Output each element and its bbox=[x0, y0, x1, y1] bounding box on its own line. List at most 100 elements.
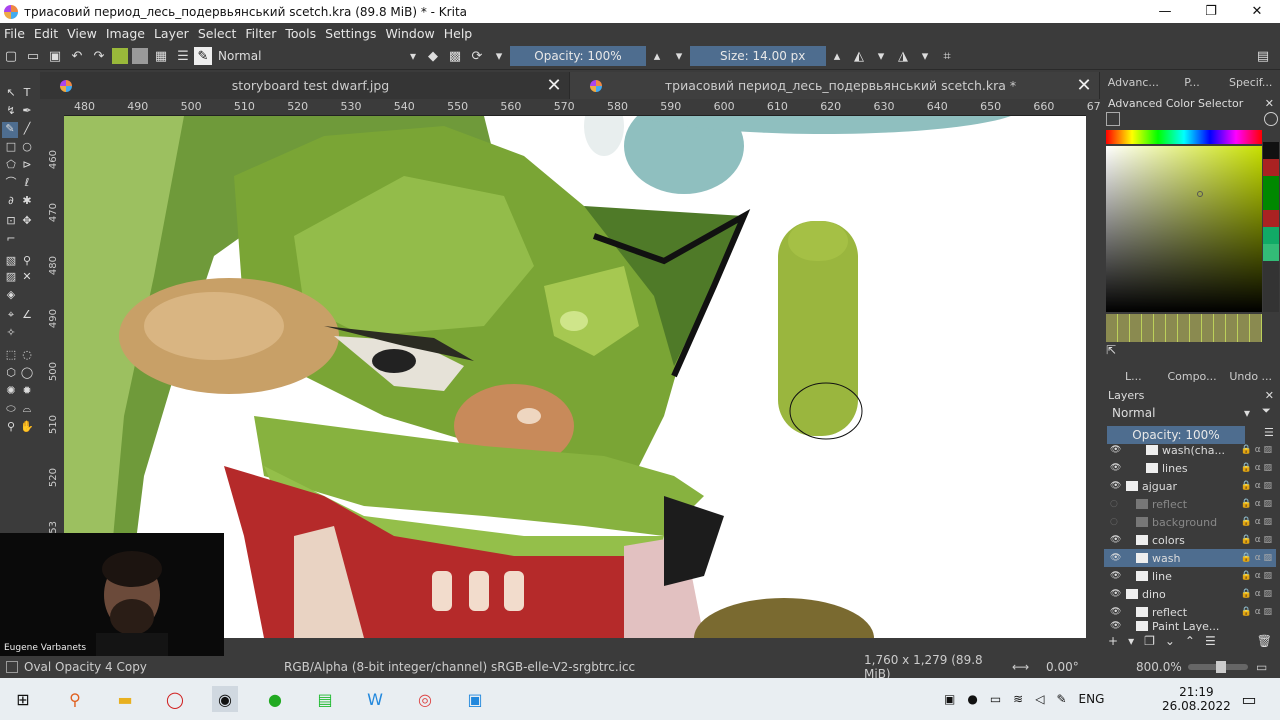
eye-hidden-icon[interactable]: ○ bbox=[1110, 517, 1122, 527]
tab-p[interactable]: P... bbox=[1163, 76, 1222, 89]
tab-compositions[interactable]: Compo... bbox=[1163, 370, 1222, 383]
layer-flags[interactable]: 🔒 α ▨ bbox=[1241, 571, 1272, 581]
color-history-grid[interactable] bbox=[1106, 314, 1262, 342]
menu-image[interactable]: Image bbox=[106, 26, 145, 41]
layer-flags[interactable]: 🔒 α ▨ bbox=[1241, 517, 1272, 527]
eye-hidden-icon[interactable]: ○ bbox=[1110, 499, 1122, 509]
krita-taskbar-icon[interactable]: ◉ bbox=[212, 686, 238, 712]
file-explorer-icon[interactable]: ▬ bbox=[112, 686, 138, 712]
magnetic-select-icon[interactable]: ⌓ bbox=[20, 402, 34, 416]
eye-icon[interactable]: 👁 bbox=[1110, 445, 1122, 455]
notifications-icon[interactable]: ▭ bbox=[1236, 686, 1262, 712]
reference-tool-icon[interactable]: ✧ bbox=[4, 326, 18, 340]
language-indicator[interactable]: ENG bbox=[1079, 692, 1105, 706]
windows-start-icon[interactable]: ⊞ bbox=[10, 686, 36, 712]
crop-icon[interactable]: ⌐ bbox=[4, 232, 18, 246]
chevron-down-icon[interactable]: ▾ bbox=[870, 45, 892, 67]
menu-window[interactable]: Window bbox=[385, 26, 434, 41]
opacity-stepper-icon[interactable]: ▴ bbox=[646, 45, 668, 67]
new-document-icon[interactable]: ▢ bbox=[0, 45, 22, 67]
eye-icon[interactable]: 👁 bbox=[1110, 535, 1122, 545]
fill-tool-icon[interactable]: ◈ bbox=[4, 288, 18, 302]
dynamic-brush-icon[interactable]: ∂ bbox=[4, 194, 18, 208]
pattern-icon[interactable]: ☰ bbox=[172, 45, 194, 67]
layer-row[interactable]: 👁 wash(cha... 🔒 α ▨ bbox=[1104, 441, 1276, 459]
layer-properties-icon[interactable]: ☰ bbox=[1205, 634, 1216, 652]
save-icon[interactable]: ▣ bbox=[44, 45, 66, 67]
text-tool-icon[interactable]: T bbox=[20, 86, 34, 100]
edit-shapes-icon[interactable]: ↯ bbox=[4, 104, 18, 118]
layer-flags[interactable]: 🔒 α ▨ bbox=[1241, 535, 1272, 545]
expand-icon[interactable]: ⇱ bbox=[1106, 343, 1118, 357]
layer-row[interactable]: 👁 dino 🔒 α ▨ bbox=[1104, 585, 1276, 603]
volume-icon[interactable]: ◁ bbox=[1035, 692, 1044, 706]
foreground-color-swatch[interactable] bbox=[112, 48, 128, 64]
freehand-path-icon[interactable]: ℓ bbox=[20, 176, 34, 190]
menu-help[interactable]: Help bbox=[444, 26, 473, 41]
menu-filter[interactable]: Filter bbox=[245, 26, 276, 41]
wrap-around-icon[interactable]: ⌗ bbox=[936, 45, 958, 67]
polygon-select-icon[interactable]: ⬡ bbox=[4, 366, 18, 380]
multibrush-icon[interactable]: ✱ bbox=[20, 194, 34, 208]
minimize-button[interactable]: — bbox=[1142, 0, 1188, 23]
tab-layers-short[interactable]: L... bbox=[1104, 370, 1163, 383]
chevron-down-icon[interactable]: ▾ bbox=[668, 45, 690, 67]
mirror-horizontal-icon[interactable]: ◭ bbox=[848, 45, 870, 67]
layer-flags[interactable]: 🔒 α ▨ bbox=[1241, 607, 1272, 617]
fit-view-icon[interactable]: ▭ bbox=[1256, 660, 1267, 674]
pen-icon[interactable]: ✎ bbox=[1056, 692, 1066, 706]
layer-row[interactable]: 👁 lines 🔒 α ▨ bbox=[1104, 459, 1276, 477]
saturation-value-square[interactable] bbox=[1106, 146, 1262, 312]
chevron-down-icon[interactable]: ▾ bbox=[1128, 634, 1134, 652]
chevron-down-icon[interactable]: ▾ bbox=[914, 45, 936, 67]
zoom-tool-icon[interactable]: ⚲ bbox=[4, 420, 18, 434]
redo-icon[interactable]: ↷ bbox=[88, 45, 110, 67]
close-icon[interactable]: ✕ bbox=[1265, 389, 1274, 402]
eraser-icon[interactable]: ◆ bbox=[422, 45, 444, 67]
eye-icon[interactable]: 👁 bbox=[1110, 571, 1122, 581]
filter-icon[interactable]: ⏷ bbox=[1262, 404, 1271, 418]
tab-scetch[interactable]: триасовий период_лесь_подервьянський sce… bbox=[570, 72, 1100, 99]
layer-flags[interactable]: 🔒 α ▨ bbox=[1241, 463, 1272, 473]
eye-icon[interactable]: 👁 bbox=[1110, 553, 1122, 563]
clock[interactable]: 21:19 26.08.2022 bbox=[1162, 678, 1231, 720]
layer-flags[interactable]: 🔒 α ▨ bbox=[1241, 499, 1272, 509]
blend-mode-dropdown[interactable]: Normal ▾ bbox=[212, 46, 422, 66]
word-icon[interactable]: W bbox=[362, 686, 388, 712]
zoom-app-icon[interactable]: ▣ bbox=[462, 686, 488, 712]
freehand-select-icon[interactable]: ◯ bbox=[20, 366, 34, 380]
freehand-brush-icon[interactable]: ✎ bbox=[2, 122, 18, 138]
layer-flags[interactable]: 🔒 α ▨ bbox=[1241, 481, 1272, 491]
close-icon[interactable]: ✕ bbox=[539, 75, 569, 96]
search-icon[interactable]: ⚲ bbox=[62, 686, 88, 712]
vertical-scrollbar[interactable] bbox=[1086, 116, 1104, 638]
opacity-slider[interactable]: Opacity: 100% bbox=[510, 46, 646, 66]
layer-row[interactable]: 👁 Paint Laye... bbox=[1104, 621, 1276, 631]
colorize-mask-icon[interactable]: ▨ bbox=[4, 270, 18, 284]
eye-icon[interactable]: 👁 bbox=[1110, 481, 1122, 491]
move-down-icon[interactable]: ⌄ bbox=[1165, 634, 1175, 652]
polyline-tool-icon[interactable]: ⊳ bbox=[20, 158, 34, 172]
transform-icon[interactable]: ⊡ bbox=[4, 214, 18, 228]
size-slider[interactable]: Size: 14.00 px bbox=[690, 46, 826, 66]
layer-row[interactable]: ○ reflect 🔒 α ▨ bbox=[1104, 495, 1276, 513]
zoom-slider[interactable] bbox=[1188, 661, 1248, 673]
color-sampler-icon[interactable]: ⚲ bbox=[20, 254, 34, 268]
menu-select[interactable]: Select bbox=[198, 26, 237, 41]
alpha-lock-icon[interactable]: ▩ bbox=[444, 45, 466, 67]
calligraphy-icon[interactable]: ✒ bbox=[20, 104, 34, 118]
menu-view[interactable]: View bbox=[67, 26, 97, 41]
wechat-icon[interactable]: ● bbox=[262, 686, 288, 712]
layer-blend-dropdown[interactable]: Normal ▾ bbox=[1108, 404, 1254, 422]
layer-row-selected[interactable]: 👁 wash 🔒 α ▨ bbox=[1104, 549, 1276, 567]
mirror-vertical-icon[interactable]: ◮ bbox=[892, 45, 914, 67]
battery-icon[interactable]: ▭ bbox=[990, 692, 1001, 706]
bezier-select-icon[interactable]: ⬭ bbox=[4, 402, 18, 416]
menu-layer[interactable]: Layer bbox=[154, 26, 189, 41]
tab-specific[interactable]: Specif... bbox=[1221, 76, 1280, 89]
tab-storyboard[interactable]: storyboard test dwarf.jpg ✕ bbox=[40, 72, 570, 99]
undo-icon[interactable]: ↶ bbox=[66, 45, 88, 67]
measure-tool-icon[interactable]: ∠ bbox=[20, 308, 34, 322]
gradient-icon[interactable]: ▦ bbox=[150, 45, 172, 67]
chevron-down-icon[interactable]: ▾ bbox=[488, 45, 510, 67]
